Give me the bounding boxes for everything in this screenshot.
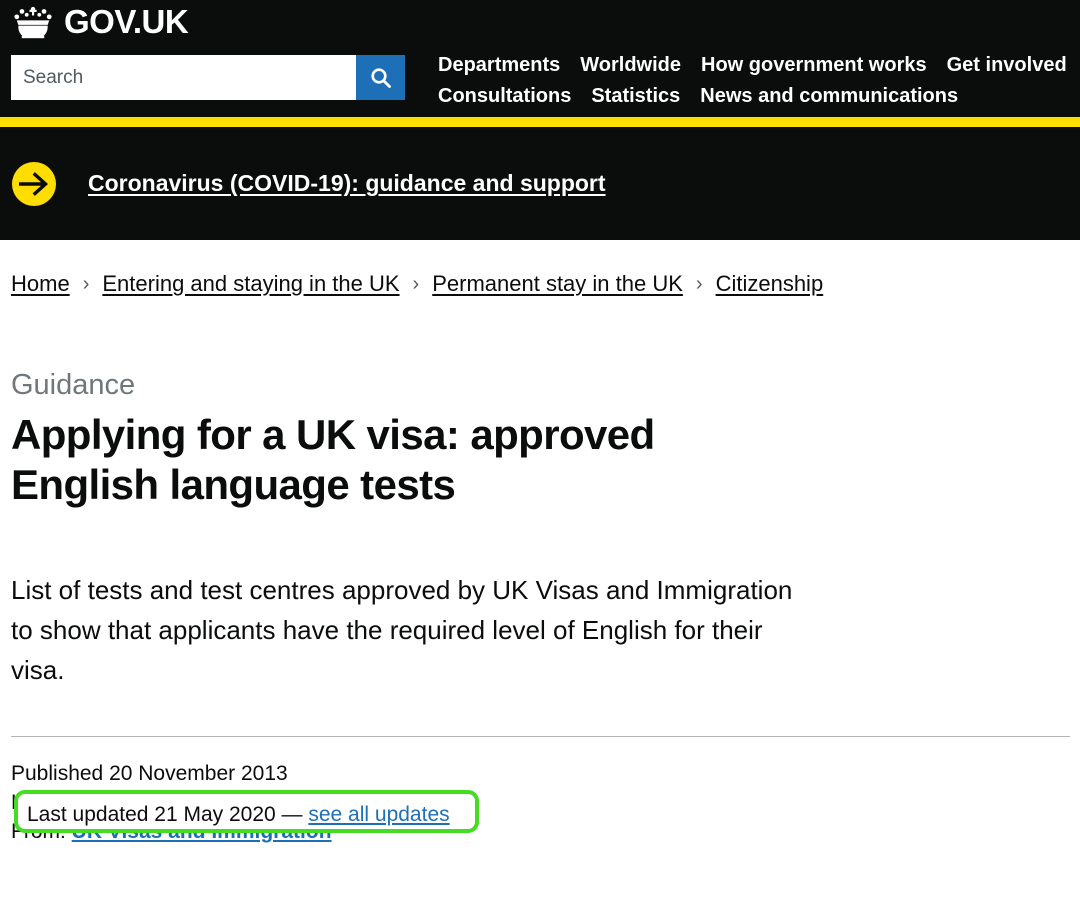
primary-navigation: Departments Worldwide How government wor…: [438, 50, 1078, 112]
main-content: Guidance Applying for a UK visa: approve…: [0, 367, 1080, 846]
publication-metadata: Published 20 November 2013 Last updated …: [11, 759, 1080, 846]
breadcrumb: Home › Entering and staying in the UK › …: [0, 240, 1080, 297]
coronavirus-banner: Coronavirus (COVID-19): guidance and sup…: [0, 127, 1080, 240]
search-input[interactable]: [11, 55, 356, 100]
breadcrumb-separator-icon: ›: [412, 272, 420, 295]
nav-row-two: Consultations Statistics News and commun…: [438, 81, 1078, 112]
nav-link-get-involved[interactable]: Get involved: [947, 50, 1067, 81]
from-organisation-link[interactable]: UK Visas and Immigration: [72, 820, 332, 843]
search-bar: [11, 55, 405, 100]
brand-row: GOV.UK: [0, 0, 1080, 40]
nav-link-statistics[interactable]: Statistics: [591, 81, 680, 112]
breadcrumb-item-entering-and-staying[interactable]: Entering and staying in the UK: [102, 271, 399, 297]
search-button[interactable]: [356, 55, 405, 100]
crown-logo-icon: [14, 6, 52, 39]
nav-link-consultations[interactable]: Consultations: [438, 81, 571, 112]
search-icon: [370, 67, 391, 88]
published-date: Published 20 November 2013: [11, 762, 288, 785]
breadcrumb-separator-icon: ›: [82, 272, 90, 295]
nav-row-one: Departments Worldwide How government wor…: [438, 50, 1078, 81]
last-updated-text: Last updated 21 May 2020 —: [11, 791, 293, 814]
page-description: List of tests and test centres approved …: [11, 575, 793, 685]
from-line: From: UK Visas and Immigration: [11, 817, 1080, 846]
see-all-updates-link[interactable]: see all updates: [292, 791, 433, 814]
from-label: From:: [11, 820, 66, 843]
nav-link-how-government-works[interactable]: How government works: [701, 50, 927, 81]
arrow-right-circle-icon: [12, 161, 56, 206]
gov-uk-header: GOV.UK Departments Worldwide How governm…: [0, 0, 1080, 117]
nav-link-worldwide[interactable]: Worldwide: [580, 50, 681, 81]
document-type-label: Guidance: [11, 369, 136, 401]
coronavirus-guidance-link[interactable]: Coronavirus (COVID-19): guidance and sup…: [88, 170, 606, 197]
yellow-accent-bar: [0, 117, 1080, 127]
breadcrumb-item-citizenship[interactable]: Citizenship: [716, 271, 824, 297]
breadcrumb-separator-icon: ›: [695, 272, 703, 295]
page-title: Applying for a UK visa: approved English…: [11, 411, 655, 508]
breadcrumb-item-permanent-stay[interactable]: Permanent stay in the UK: [432, 271, 683, 297]
nav-link-news-and-communications[interactable]: News and communications: [700, 81, 958, 112]
content-divider: [11, 736, 1070, 737]
brand-title[interactable]: GOV.UK: [64, 4, 189, 40]
last-updated-line: Last updated 21 May 2020 — see all updat…: [11, 788, 1080, 817]
nav-link-departments[interactable]: Departments: [438, 50, 560, 81]
breadcrumb-item-home[interactable]: Home: [11, 271, 70, 297]
